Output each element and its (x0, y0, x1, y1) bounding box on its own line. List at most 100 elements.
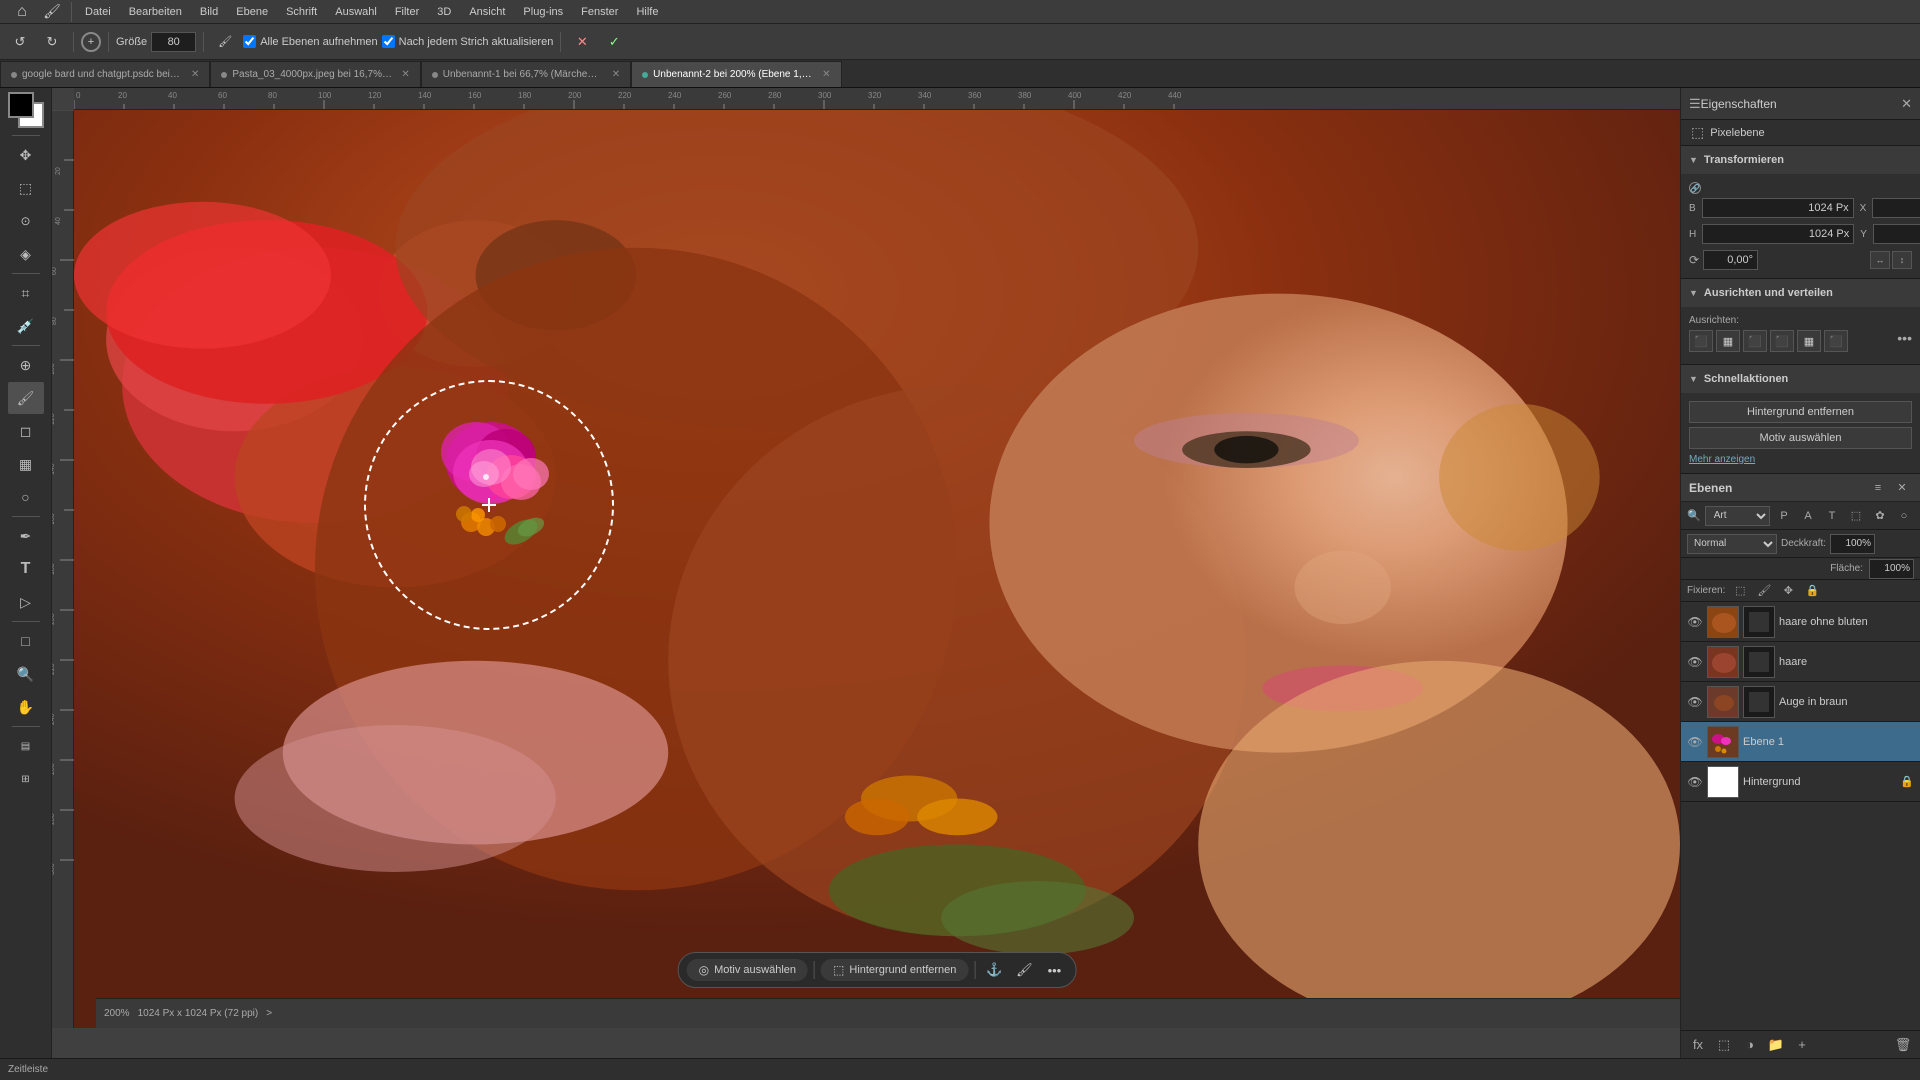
link-icon[interactable]: 🔗 (1689, 182, 1701, 194)
tab-1[interactable]: google bard und chatgpt.psdc bei 66,7% (… (0, 61, 210, 87)
select-rect-tool[interactable]: ⬚ (8, 172, 44, 204)
mehr-anzeigen-link[interactable]: Mehr anzeigen (1689, 454, 1755, 465)
fix-all-btn[interactable]: 🔒 (1803, 582, 1821, 600)
brush-mode-btn[interactable]: 🖌 (211, 28, 239, 56)
align-center-v-btn[interactable]: ▦ (1797, 330, 1821, 352)
layer-item-ebene1[interactable]: 👁 Ebene 1 (1681, 722, 1920, 762)
filter-btn-5[interactable]: ✿ (1870, 506, 1890, 526)
menu-datei[interactable]: Datei (77, 4, 119, 20)
anchor-btn[interactable]: ⚓ (981, 957, 1007, 983)
align-header[interactable]: ▼ Ausrichten und verteilen (1681, 279, 1920, 307)
angle-input[interactable] (1703, 250, 1758, 270)
paint-btn[interactable]: 🖌 (1011, 957, 1037, 983)
fix-move-btn[interactable]: ✥ (1779, 582, 1797, 600)
hand-tool[interactable]: ✋ (8, 691, 44, 723)
filter-select[interactable]: Art Name Effekt (1705, 506, 1770, 526)
lasso-tool[interactable]: ⊙ (8, 205, 44, 237)
tab-3-close[interactable]: ✕ (612, 69, 620, 80)
layer-eye-5[interactable]: 👁 (1687, 774, 1703, 790)
layer-eye-3[interactable]: 👁 (1687, 694, 1703, 710)
heal-tool[interactable]: ⊕ (8, 349, 44, 381)
menu-fenster[interactable]: Fenster (573, 4, 626, 20)
layer-item-auge[interactable]: 👁 Auge in braun (1681, 682, 1920, 722)
motiv-auswaehlen-btn[interactable]: ◎ Motiv auswählen (687, 959, 808, 981)
alle-ebenen-checkbox[interactable] (243, 35, 256, 48)
transform-header[interactable]: ▼ Transformieren (1681, 146, 1920, 174)
filter-btn-1[interactable]: P (1774, 506, 1794, 526)
opacity-input[interactable] (1830, 534, 1875, 554)
undo-btn[interactable]: ↺ (6, 28, 34, 56)
tab-4-close[interactable]: ✕ (822, 69, 830, 80)
dodge-tool[interactable]: ○ (8, 481, 44, 513)
alle-ebenen-label[interactable]: Alle Ebenen aufnehmen (243, 35, 377, 48)
brush-size-input[interactable] (151, 32, 196, 52)
move-tool[interactable]: ✥ (8, 139, 44, 171)
extra-btn-1[interactable]: ▤ (8, 730, 44, 762)
menu-ansicht[interactable]: Ansicht (461, 4, 513, 20)
foreground-color[interactable] (8, 92, 34, 118)
canvas-area[interactable]: 0 20 40 60 80 100 120 140 (52, 88, 1680, 1058)
layer-mask-btn[interactable]: ⬚ (1713, 1034, 1735, 1056)
layer-eye-4[interactable]: 👁 (1687, 734, 1703, 750)
align-bottom-btn[interactable]: ⬛ (1824, 330, 1848, 352)
layer-fx-btn[interactable]: fx (1687, 1034, 1709, 1056)
flip-h-btn[interactable]: ↔ (1870, 251, 1890, 269)
tab-1-close[interactable]: ✕ (191, 69, 199, 80)
b-input[interactable] (1702, 198, 1854, 218)
eyedropper-tool[interactable]: 💉 (8, 310, 44, 342)
nach-jedem-strich-checkbox[interactable] (382, 35, 395, 48)
confirm-btn[interactable]: ✓ (600, 28, 628, 56)
pen-tool[interactable]: ✒ (8, 520, 44, 552)
align-left-btn[interactable]: ⬛ (1689, 330, 1713, 352)
menu-hilfe[interactable]: Hilfe (628, 4, 666, 20)
layer-del-btn[interactable]: 🗑 (1892, 1034, 1914, 1056)
layer-adj-btn[interactable]: ◑ (1739, 1034, 1761, 1056)
path-select-tool[interactable]: ▷ (8, 586, 44, 618)
filter-btn-2[interactable]: A (1798, 506, 1818, 526)
crop-tool[interactable]: ⌗ (8, 277, 44, 309)
cancel-btn[interactable]: ✕ (568, 28, 596, 56)
menu-ebene[interactable]: Ebene (228, 4, 276, 20)
color-swatches[interactable] (8, 92, 44, 128)
more-btn[interactable]: ••• (1041, 957, 1067, 983)
layer-item-hintergrund[interactable]: 👁 Hintergrund 🔒 (1681, 762, 1920, 802)
align-more-btn[interactable]: ••• (1897, 330, 1912, 352)
text-tool[interactable]: T (8, 553, 44, 585)
menu-filter[interactable]: Filter (387, 4, 427, 20)
eraser-tool[interactable]: ◻ (8, 415, 44, 447)
tab-4[interactable]: Unbenannt-2 bei 200% (Ebene 1, RGB/8#) ✕ (631, 61, 841, 87)
home-btn[interactable]: ⌂ (8, 0, 36, 26)
align-center-h-btn[interactable]: ▦ (1716, 330, 1740, 352)
magic-select-tool[interactable]: ◈ (8, 238, 44, 270)
fix-paint-btn[interactable]: 🖌 (1755, 582, 1773, 600)
hintergrund-entfernen-btn[interactable]: ⬚ Hintergrund entfernen (821, 959, 968, 981)
gradient-tool[interactable]: ▦ (8, 448, 44, 480)
eigenschaften-close-icon[interactable]: ✕ (1901, 96, 1912, 112)
tab-3[interactable]: Unbenannt-1 bei 66,7% (Märchenwald, RGB/… (421, 61, 631, 87)
tab-2[interactable]: Pasta_03_4000px.jpeg bei 16,7% (Generati… (210, 61, 420, 87)
layer-eye-2[interactable]: 👁 (1687, 654, 1703, 670)
menu-3d[interactable]: 3D (429, 4, 459, 20)
brush-tool[interactable]: 🖌 (8, 382, 44, 414)
blend-mode-select[interactable]: Normal Multiplizieren Abblenden (1687, 534, 1777, 554)
brush-tool-menu[interactable]: 🖌 (38, 0, 66, 26)
filter-btn-4[interactable]: ⬚ (1846, 506, 1866, 526)
tab-2-close[interactable]: ✕ (401, 69, 409, 80)
new-btn[interactable]: + (81, 32, 101, 52)
layer-item-haare-ohne-bluten[interactable]: 👁 haare ohne bluten (1681, 602, 1920, 642)
layer-eye-1[interactable]: 👁 (1687, 614, 1703, 630)
x-input[interactable] (1872, 198, 1920, 218)
menu-auswahl[interactable]: Auswahl (327, 4, 385, 20)
filter-toggle-btn[interactable]: ○ (1894, 506, 1914, 526)
redo-btn[interactable]: ↻ (38, 28, 66, 56)
nach-jedem-strich-label[interactable]: Nach jedem Strich aktualisieren (382, 35, 554, 48)
flaeche-input[interactable] (1869, 559, 1914, 579)
schnell-hintergrund-btn[interactable]: Hintergrund entfernen (1689, 401, 1912, 423)
extra-btn-2[interactable]: ⊞ (8, 763, 44, 795)
layer-item-haare[interactable]: 👁 haare (1681, 642, 1920, 682)
layers-close-btn[interactable]: ✕ (1892, 478, 1912, 498)
fix-pos-btn[interactable]: ⬚ (1731, 582, 1749, 600)
menu-bearbeiten[interactable]: Bearbeiten (121, 4, 190, 20)
align-right-btn[interactable]: ⬛ (1743, 330, 1767, 352)
layers-collapse-btn[interactable]: ≡ (1868, 478, 1888, 498)
